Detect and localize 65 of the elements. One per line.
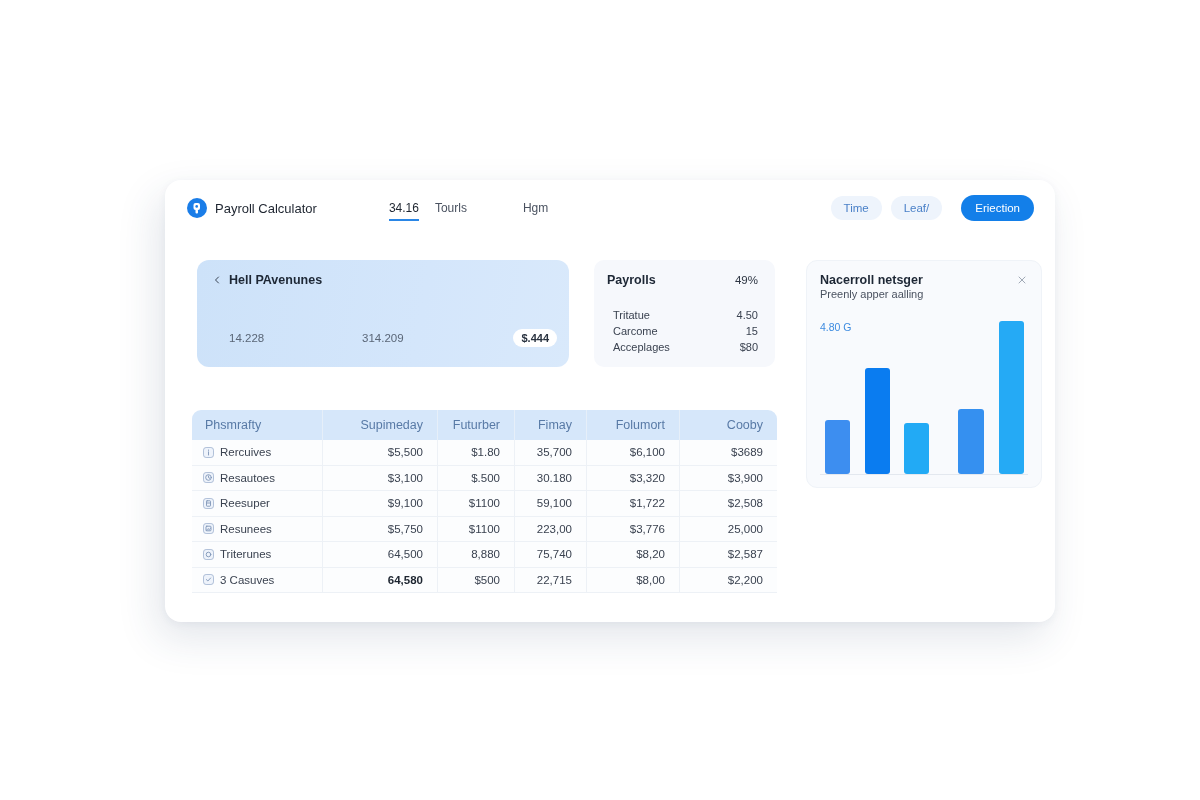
table-cell: $.500 bbox=[437, 465, 514, 490]
row-label: Triterunes bbox=[220, 548, 272, 561]
table-cell: 8,880 bbox=[437, 542, 514, 567]
row-label: Rercuives bbox=[220, 446, 272, 459]
row-label: 3 Casuves bbox=[220, 573, 275, 586]
table-cell: 35,700 bbox=[514, 440, 586, 465]
nav-tab[interactable]: Hgm bbox=[522, 195, 549, 221]
table-cell: 223,00 bbox=[514, 516, 586, 541]
pill-button[interactable]: Leaf/ bbox=[890, 196, 943, 220]
table-cell: $3,100 bbox=[322, 465, 437, 490]
row-label: Resunees bbox=[220, 522, 272, 535]
document-icon bbox=[203, 497, 214, 509]
checkbox-icon bbox=[203, 574, 214, 586]
image-icon bbox=[203, 523, 214, 535]
info-icon bbox=[203, 446, 214, 458]
table-cell: $1.80 bbox=[437, 440, 514, 465]
table-cell: $1100 bbox=[437, 491, 514, 516]
table-cell: $2,587 bbox=[679, 542, 777, 567]
table-cell: $8,00 bbox=[586, 567, 679, 592]
table-cell: $500 bbox=[437, 567, 514, 592]
table-cell: $8,20 bbox=[586, 542, 679, 567]
card-title: Hell PAvenunes bbox=[229, 273, 323, 287]
card-value: 14.228 bbox=[229, 332, 266, 344]
table-cell: $1,722 bbox=[586, 491, 679, 516]
row-label: Resautoes bbox=[220, 471, 275, 484]
nav-tab[interactable]: 34.16 bbox=[388, 195, 419, 221]
card-value: 314.209 bbox=[362, 332, 405, 344]
table-cell: $3,900 bbox=[679, 465, 777, 490]
stat-value: 15 bbox=[745, 325, 758, 337]
table-cell: 75,740 bbox=[514, 542, 586, 567]
table-cell: 22,715 bbox=[514, 567, 586, 592]
value-badge: $.444 bbox=[513, 329, 557, 347]
table-cell: $5,750 bbox=[322, 516, 437, 541]
table-cell: 59,100 bbox=[514, 491, 586, 516]
primary-button[interactable]: Eriection bbox=[961, 195, 1034, 221]
table-cell: 64,500 bbox=[322, 542, 437, 567]
table-cell: $3,320 bbox=[586, 465, 679, 490]
card-title: Payrolls bbox=[607, 273, 656, 287]
table-cell: $9,100 bbox=[322, 491, 437, 516]
clock-icon bbox=[203, 472, 214, 484]
logo-icon bbox=[187, 198, 207, 218]
table-cell: $2,200 bbox=[679, 567, 777, 592]
stat-label: Tritatue bbox=[613, 309, 650, 321]
panel-subtitle: Preenly apper aalling bbox=[820, 287, 925, 301]
nav-tab[interactable]: Tourls bbox=[434, 195, 467, 221]
table-cell: $6,100 bbox=[586, 440, 679, 465]
stat-value: $80 bbox=[739, 341, 758, 353]
panel-title: Nacerroll netsger bbox=[820, 272, 923, 287]
row-label: Reesuper bbox=[220, 497, 270, 510]
stat-label: Acceplages bbox=[613, 341, 670, 353]
column-header: Phsmrafty bbox=[204, 417, 263, 434]
stat-value: 4.50 bbox=[736, 309, 758, 321]
circle-icon bbox=[203, 548, 214, 560]
stat-label: Carcome bbox=[613, 325, 658, 337]
table-cell: 30.180 bbox=[514, 465, 586, 490]
table-cell: $1100 bbox=[437, 516, 514, 541]
table-cell: $3689 bbox=[679, 440, 777, 465]
table-cell: $3,776 bbox=[586, 516, 679, 541]
table-cell: $5,500 bbox=[322, 440, 437, 465]
table-cell: 64,580 bbox=[322, 567, 437, 592]
percent-label: 49% bbox=[734, 274, 758, 286]
pill-button[interactable]: Time bbox=[830, 196, 882, 220]
table-cell: 25,000 bbox=[679, 516, 777, 541]
app-title: Payroll Calculator bbox=[215, 200, 317, 216]
table-cell: $2,508 bbox=[679, 491, 777, 516]
